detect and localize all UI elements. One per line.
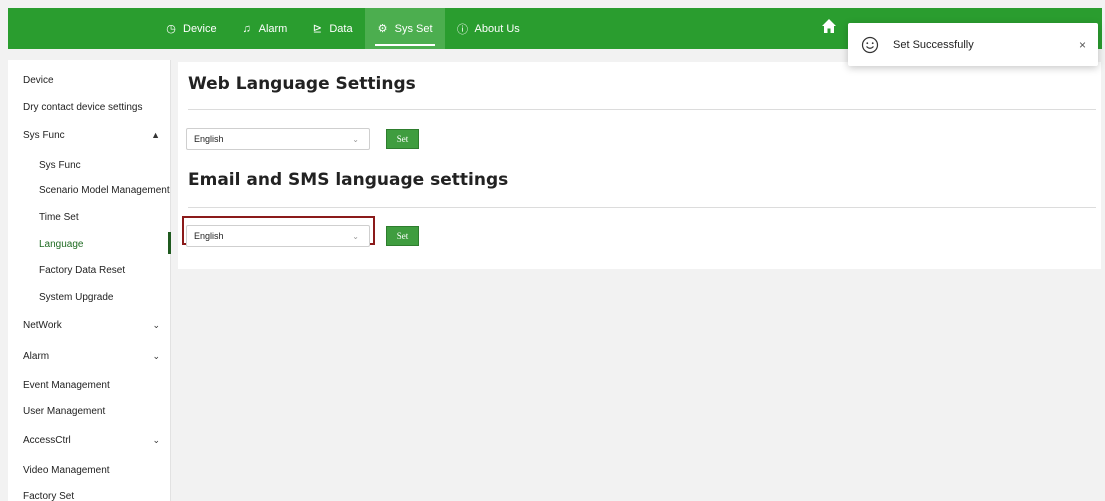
nav-data-label: Data xyxy=(329,22,353,35)
nav-sys-set-label: Sys Set xyxy=(394,22,433,35)
sidebar-item-label: Device xyxy=(23,74,54,86)
home-icon[interactable] xyxy=(820,18,838,38)
sidebar-item-label: User Management xyxy=(23,405,106,417)
sidebar-item-language[interactable]: Language xyxy=(8,231,171,257)
web-language-title: Web Language Settings xyxy=(188,74,416,94)
sidebar-item-time-set[interactable]: Time Set xyxy=(8,204,171,230)
sidebar-item-label: Scenario Model Management xyxy=(39,184,170,196)
sidebar-item-user-management[interactable]: User Management xyxy=(8,398,171,424)
sidebar-item-accessctrl[interactable]: AccessCtrl ⌄ xyxy=(8,427,171,453)
sidebar-item-sys-func[interactable]: Sys Func xyxy=(8,152,171,178)
sidebar-item-label: NetWork xyxy=(23,319,62,331)
sidebar-item-network[interactable]: NetWork ⌄ xyxy=(8,312,171,338)
nav-device[interactable]: ◷ Device xyxy=(153,8,229,49)
sidebar-item-factory-set[interactable]: Factory Set xyxy=(8,483,171,501)
sidebar: Device Dry contact device settings Sys F… xyxy=(8,60,171,501)
bell-icon: ♫ xyxy=(242,22,251,35)
nav-alarm-label: Alarm xyxy=(258,22,288,35)
nav-device-label: Device xyxy=(183,22,217,35)
selected-marker xyxy=(168,232,171,254)
chevron-up-icon: ▲ xyxy=(151,130,160,140)
toast-message: Set Successfully xyxy=(893,38,974,51)
divider xyxy=(188,109,1096,110)
clock-icon: ◷ xyxy=(166,23,176,35)
close-icon[interactable]: × xyxy=(1079,38,1086,52)
chevron-down-icon: ⌄ xyxy=(152,319,160,330)
chart-icon: ⊵ xyxy=(312,23,322,35)
sidebar-item-label: Alarm xyxy=(23,350,50,362)
nav-sys-set[interactable]: ⚙ Sys Set xyxy=(364,8,445,49)
sidebar-item-label: Sys Func xyxy=(23,129,65,141)
sidebar-item-label: Dry contact device settings xyxy=(23,101,143,113)
email-sms-language-title: Email and SMS language settings xyxy=(188,170,509,190)
sidebar-item-alarm[interactable]: Alarm ⌄ xyxy=(8,343,171,369)
sidebar-item-sys-func-group[interactable]: Sys Func ▲ xyxy=(8,122,171,148)
language-settings-panel: Web Language Settings English ⌄ Set Emai… xyxy=(178,62,1101,269)
sidebar-item-device[interactable]: Device xyxy=(8,67,171,93)
chevron-down-icon: ⌄ xyxy=(152,350,160,361)
chevron-down-icon: ⌄ xyxy=(352,135,359,144)
sidebar-item-system-upgrade[interactable]: System Upgrade xyxy=(8,284,171,310)
sidebar-item-factory-reset[interactable]: Factory Data Reset xyxy=(8,257,171,283)
sidebar-item-label: Factory Set xyxy=(23,490,75,501)
info-icon: ⓘ xyxy=(457,23,469,36)
sidebar-item-event-management[interactable]: Event Management xyxy=(8,372,171,398)
chevron-down-icon: ⌄ xyxy=(352,232,359,241)
sidebar-item-label: Sys Func xyxy=(39,159,81,171)
web-language-value: English xyxy=(194,134,224,144)
divider xyxy=(188,207,1096,208)
sidebar-item-scenario-model[interactable]: Scenario Model Management xyxy=(8,177,171,203)
sidebar-item-label: Event Management xyxy=(23,379,110,391)
web-language-set-button[interactable]: Set xyxy=(386,129,419,149)
nav-alarm[interactable]: ♫ Alarm xyxy=(229,8,300,49)
nav-data[interactable]: ⊵ Data xyxy=(299,8,364,49)
email-sms-language-set-button[interactable]: Set xyxy=(386,226,419,246)
smiley-icon xyxy=(861,36,879,53)
sidebar-item-label: System Upgrade xyxy=(39,291,114,303)
web-language-select[interactable]: English ⌄ xyxy=(186,128,370,150)
sidebar-item-label: Factory Data Reset xyxy=(39,264,126,276)
sidebar-item-label: Time Set xyxy=(39,211,79,223)
main-nav: ◷ Device ♫ Alarm ⊵ Data ⚙ Sys Set ⓘ Abou… xyxy=(153,8,532,49)
sidebar-item-label: AccessCtrl xyxy=(23,434,71,446)
sidebar-item-label: Language xyxy=(39,238,84,250)
sidebar-item-dry-contact[interactable]: Dry contact device settings xyxy=(8,94,171,120)
sidebar-item-video-management[interactable]: Video Management xyxy=(8,457,171,483)
chevron-down-icon: ⌄ xyxy=(152,434,160,445)
email-sms-language-select[interactable]: English ⌄ xyxy=(186,225,370,247)
sidebar-item-label: Video Management xyxy=(23,464,110,476)
email-sms-language-value: English xyxy=(194,231,224,241)
success-toast: Set Successfully × xyxy=(848,23,1098,66)
gear-icon: ⚙ xyxy=(377,23,388,35)
nav-about-us[interactable]: ⓘ About Us xyxy=(445,8,532,49)
nav-about-us-label: About Us xyxy=(474,22,520,35)
